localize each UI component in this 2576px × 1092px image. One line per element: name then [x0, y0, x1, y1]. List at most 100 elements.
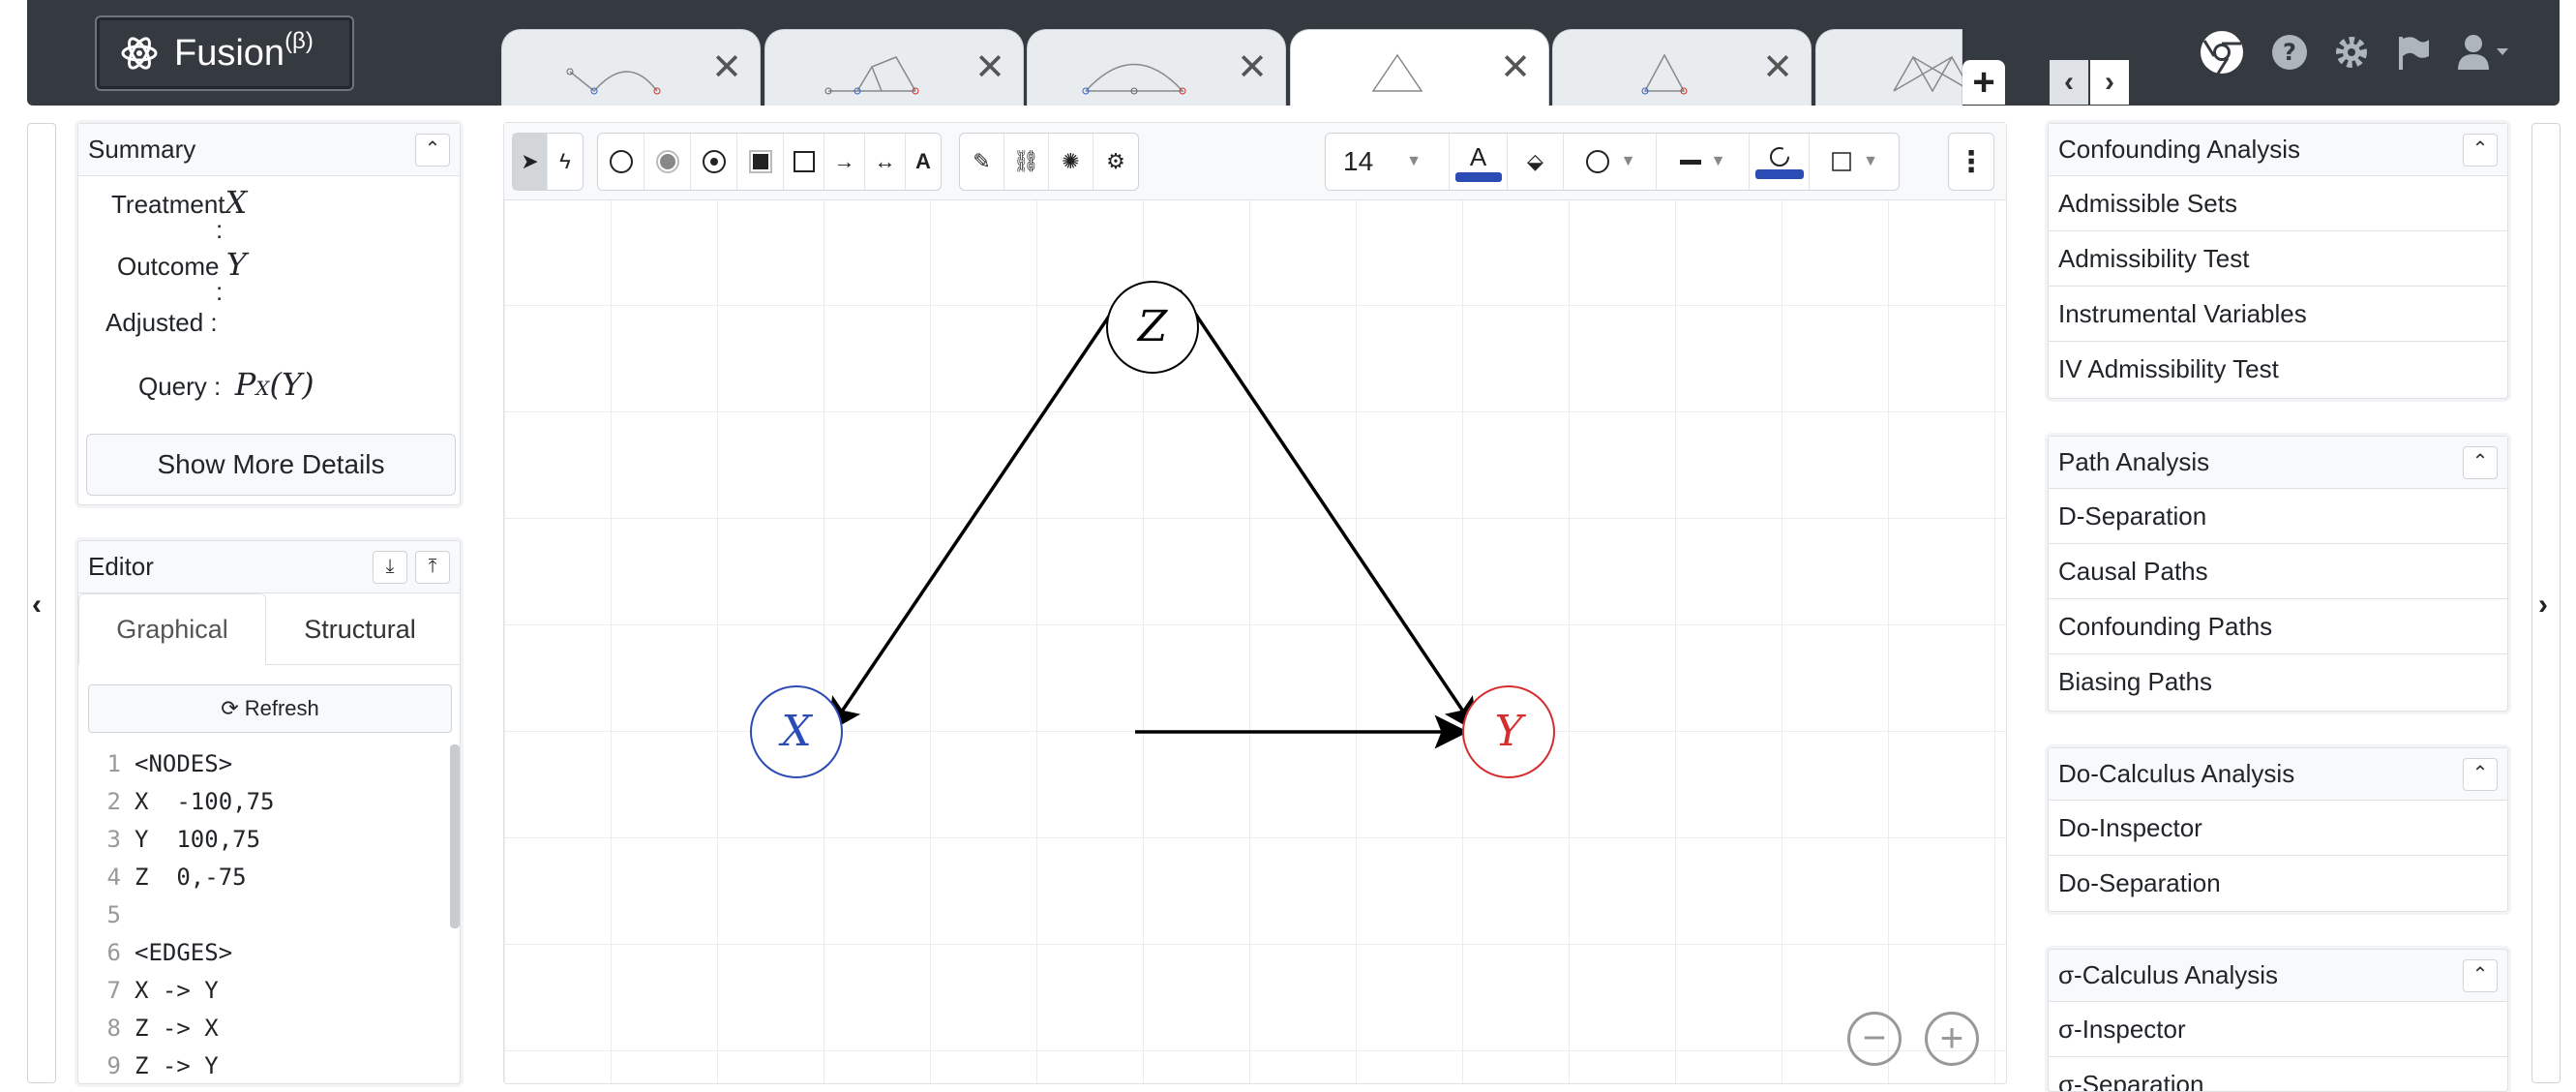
close-tab-icon[interactable]: ✕ [974, 49, 1005, 86]
causal-graph[interactable]: Z X Y [504, 200, 2006, 1083]
link-icon[interactable]: ⛓ [1004, 134, 1049, 190]
upload-icon[interactable]: ⤒ [415, 550, 450, 584]
line-style-select[interactable]: ▼ [1657, 134, 1750, 190]
causal-paths-link[interactable]: Causal Paths [2049, 544, 2507, 599]
fill-color-icon[interactable]: ⬙ [1508, 134, 1564, 190]
close-tab-icon[interactable]: ✕ [711, 49, 742, 86]
query-arg: (Y) [269, 366, 315, 403]
path-analysis-panel: Path Analysis ⌃ D-Separation Causal Path… [2048, 436, 2508, 712]
tab-graphical[interactable]: Graphical [78, 593, 266, 665]
settings-tool-icon[interactable]: ⚙ [1093, 134, 1138, 190]
gear-icon[interactable] [2332, 33, 2371, 72]
node-y[interactable]: Y [1462, 685, 1555, 778]
node-shape-select[interactable]: ▼ [1564, 134, 1657, 190]
brand-name: Fusion [174, 32, 285, 74]
flag-icon[interactable] [2394, 33, 2433, 72]
more-options-icon[interactable]: ⋮ [1949, 134, 1993, 190]
left-sidebar-toggle[interactable]: ‹ [27, 123, 56, 1083]
right-sidebar-toggle[interactable]: › [2531, 123, 2561, 1083]
border-style-select[interactable]: ▼ [1810, 134, 1899, 190]
line-number: 2 [106, 787, 121, 815]
more-group: ⋮ [1948, 133, 1994, 191]
collapse-confounding-button[interactable]: ⌃ [2463, 133, 2498, 167]
admissible-sets-link[interactable]: Admissible Sets [2049, 176, 2507, 231]
graph-tab-1[interactable]: ✕ [501, 29, 761, 106]
iv-admissibility-test-link[interactable]: IV Admissibility Test [2049, 342, 2507, 397]
chrome-icon[interactable] [2199, 29, 2245, 76]
node-x-label: X [778, 707, 813, 756]
filled-node-icon[interactable] [644, 134, 691, 190]
square-node-icon[interactable] [784, 134, 824, 190]
edit-group: ✎ ⛓ ✺ ⚙ [959, 133, 1139, 191]
user-menu-icon[interactable] [2458, 33, 2516, 72]
tab-structural[interactable]: Structural [266, 593, 454, 665]
collapse-path-button[interactable]: ⌃ [2463, 445, 2498, 479]
circle-node-icon[interactable] [598, 134, 644, 190]
do-calculus-title: Do-Calculus Analysis [2058, 759, 2295, 788]
close-tab-icon[interactable]: ✕ [1237, 49, 1268, 86]
code-text: Z 0,-75 [135, 863, 247, 891]
directed-edge-icon[interactable]: → [824, 134, 865, 190]
font-size-select[interactable]: 14 ▼ [1326, 134, 1450, 190]
select-tool-icon[interactable]: ➤ [513, 134, 548, 190]
do-separation-link[interactable]: Do-Separation [2049, 856, 2507, 911]
code-editor[interactable]: 1 <NODES> 2 X -100,75 3 Y 100,75 4 Z 0,-75 5… [88, 744, 446, 1083]
download-icon[interactable]: ⤓ [373, 550, 407, 584]
d-separation-link[interactable]: D-Separation [2049, 489, 2507, 544]
brand-button[interactable]: Fusion (β) [95, 15, 354, 91]
bidirected-edge-icon[interactable]: ↔ [865, 134, 906, 190]
code-scrollbar[interactable] [450, 744, 460, 928]
admissibility-test-link[interactable]: Admissibility Test [2049, 231, 2507, 287]
code-line: 6 <EDGES> [88, 933, 446, 971]
new-tab-button[interactable]: + [1962, 60, 2005, 105]
zoom-in-icon[interactable]: + [1925, 1012, 1979, 1066]
node-z[interactable]: Z [1106, 281, 1199, 374]
query-label: Query : [138, 372, 222, 401]
do-inspector-link[interactable]: Do-Inspector [2049, 801, 2507, 856]
svg-text:?: ? [2283, 39, 2296, 66]
graph-thumbnail [1371, 53, 1423, 92]
refresh-button[interactable]: ⟳ Refresh [88, 684, 452, 733]
eraser-icon[interactable]: ✎ [960, 134, 1004, 190]
graph-tab-5[interactable]: ✕ [1552, 29, 1812, 106]
instrumental-variables-link[interactable]: Instrumental Variables [2049, 287, 2507, 342]
filled-square-icon[interactable] [737, 134, 784, 190]
help-icon[interactable]: ? [2270, 33, 2309, 72]
code-text: Y 100,75 [135, 825, 261, 853]
text-color-button[interactable]: A [1450, 134, 1508, 190]
summary-header: Summary ⌃ [78, 124, 460, 176]
chevron-down-icon: ▼ [1863, 153, 1878, 169]
collapse-docalc-button[interactable]: ⌃ [2463, 757, 2498, 791]
sigma-separation-link[interactable]: σ-Separation [2049, 1057, 2507, 1091]
line-number: 7 [106, 976, 121, 1004]
lightning-tool-icon[interactable]: ϟ [548, 134, 583, 190]
highlight-icon[interactable]: ✺ [1049, 134, 1093, 190]
confounding-paths-link[interactable]: Confounding Paths [2049, 599, 2507, 654]
sigma-inspector-link[interactable]: σ-Inspector [2049, 1002, 2507, 1057]
close-tab-icon[interactable]: ✕ [1500, 49, 1531, 86]
graph-tab-2[interactable]: ✕ [764, 29, 1024, 106]
graph-grid[interactable]: Z X Y [504, 200, 2006, 1083]
graph-tab-3[interactable]: ✕ [1027, 29, 1286, 106]
collapse-sigma-button[interactable]: ⌃ [2463, 958, 2498, 992]
target-node-icon[interactable] [691, 134, 737, 190]
sigma-calculus-title: σ-Calculus Analysis [2058, 960, 2279, 989]
summary-title: Summary [88, 135, 196, 164]
scroll-tabs-left-button[interactable]: ‹ [2050, 60, 2088, 105]
code-line: 4 Z 0,-75 [88, 858, 446, 895]
stroke-color-button[interactable] [1750, 134, 1810, 190]
show-more-details-button[interactable]: Show More Details [86, 434, 456, 496]
node-x[interactable]: X [750, 685, 843, 778]
edge-z-to-x[interactable] [827, 289, 1128, 733]
collapse-summary-button[interactable]: ⌃ [415, 133, 450, 167]
stroke-color-swatch [1754, 169, 1804, 179]
graph-tab-4[interactable]: ✕ [1290, 29, 1549, 106]
text-tool-icon[interactable]: A [906, 134, 941, 190]
scroll-tabs-right-button[interactable]: › [2090, 60, 2129, 105]
biasing-paths-link[interactable]: Biasing Paths [2049, 654, 2507, 710]
zoom-out-icon[interactable]: − [1847, 1012, 1902, 1066]
graph-tab-6[interactable] [1815, 29, 1972, 106]
close-tab-icon[interactable]: ✕ [1762, 49, 1793, 86]
edge-z-to-y[interactable] [1178, 289, 1478, 733]
font-size-value: 14 [1343, 146, 1374, 176]
